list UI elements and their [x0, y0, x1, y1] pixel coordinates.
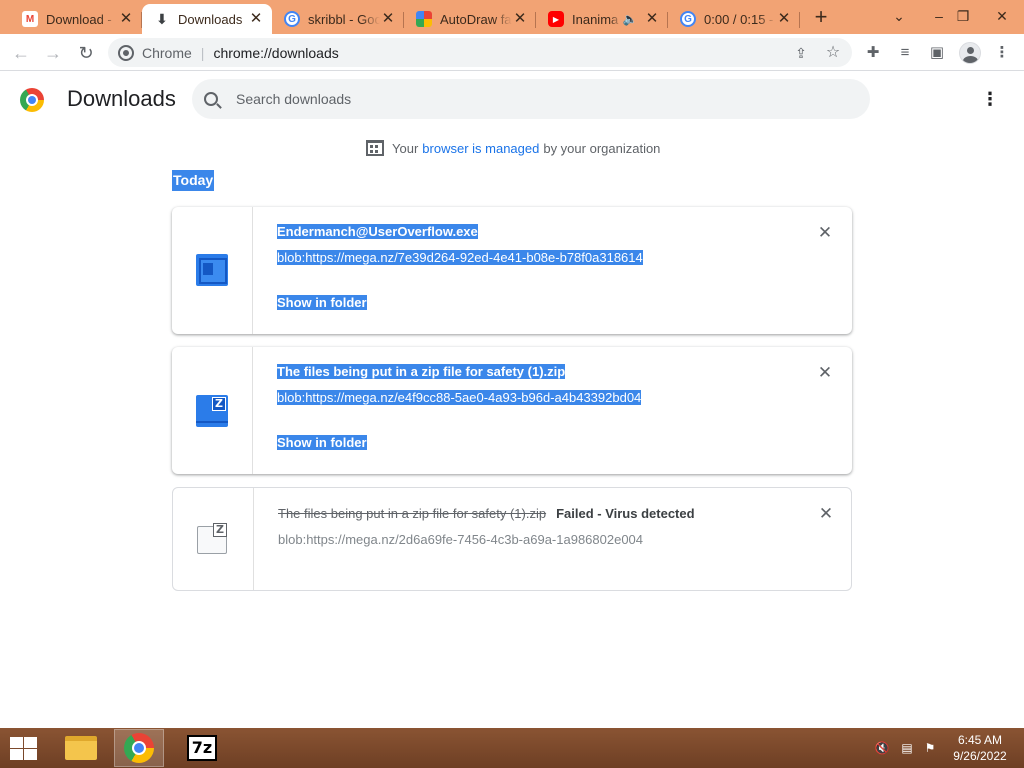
date-header: Today: [172, 170, 215, 191]
chrome-icon[interactable]: [114, 729, 164, 767]
restore-icon[interactable]: ❐: [946, 0, 980, 34]
tab-youtube[interactable]: ▶ Inanima 🔈 ✕: [536, 4, 668, 34]
file-name-row: The files being put in a zip file for sa…: [278, 506, 695, 521]
browser-toolbar: ← → ↻ Chrome | chrome://downloads ⇪ ☆ ✚ …: [0, 34, 1024, 71]
close-tab-icon[interactable]: ✕: [118, 11, 134, 27]
page-title: Downloads: [67, 86, 176, 111]
managed-prefix: Your: [392, 140, 419, 156]
show-in-folder-link[interactable]: Show in folder: [277, 435, 367, 450]
close-tab-icon[interactable]: ✕: [380, 11, 396, 27]
file-url[interactable]: blob:https://mega.nz/e4f9cc88-5ae0-4a93-…: [277, 390, 642, 405]
tab-title: AutoDraw fa: [440, 11, 512, 27]
file-name-link[interactable]: Endermanch@UserOverflow.exe: [277, 224, 478, 239]
site-label: Chrome: [142, 44, 192, 61]
close-tab-icon[interactable]: ✕: [512, 11, 528, 27]
tab-title: Downloads: [178, 11, 243, 27]
side-panel-icon[interactable]: ▣: [926, 42, 948, 64]
volume-muted-icon[interactable]: 🔇: [874, 740, 890, 756]
chrome-menu-icon[interactable]: ⋮: [991, 42, 1013, 64]
zip-file-icon: Z: [197, 523, 227, 554]
download-item: Z The files being put in a zip file for …: [172, 347, 852, 474]
tab-title: Inanima: [572, 11, 619, 27]
remove-from-list-icon[interactable]: ✕: [817, 364, 833, 381]
building-icon: [366, 140, 384, 156]
tab-skribbl[interactable]: G skribbl - Goo ✕: [272, 4, 404, 34]
extensions-puzzle-icon[interactable]: ✚: [862, 42, 884, 64]
google-icon: G: [680, 11, 696, 27]
window-close-icon[interactable]: ✕: [985, 0, 1019, 34]
show-in-folder-link[interactable]: Show in folder: [277, 295, 367, 310]
download-icon: ⬇: [156, 10, 168, 27]
profile-avatar-icon[interactable]: [959, 42, 981, 64]
chrome-site-icon: [118, 44, 134, 61]
download-status: Failed - Virus detected: [556, 506, 695, 521]
file-icon-column: Z: [172, 347, 253, 474]
tab-google-video[interactable]: G 0:00 / 0:15 - ✕: [668, 4, 800, 34]
tab-autodraw[interactable]: AutoDraw fa ✕: [404, 4, 536, 34]
close-tab-icon[interactable]: ✕: [248, 11, 264, 27]
autodraw-icon: [416, 11, 432, 27]
tab-title: 0:00 / 0:15 -: [704, 11, 774, 27]
share-icon[interactable]: ⇪: [791, 43, 811, 63]
google-icon: G: [284, 11, 300, 27]
tab-gmail[interactable]: M Download - ✕: [10, 4, 142, 34]
close-tab-icon[interactable]: ✕: [776, 11, 792, 27]
close-tab-icon[interactable]: ✕: [644, 11, 660, 27]
search-downloads[interactable]: [192, 79, 870, 119]
windows-start-icon[interactable]: [8, 736, 38, 760]
more-actions-icon[interactable]: ⋮: [980, 88, 1000, 110]
tab-strip: M Download - ✕ ⬇ Downloads ✕ G skribbl -…: [0, 0, 1024, 34]
file-explorer-icon[interactable]: [56, 729, 106, 767]
file-url[interactable]: blob:https://mega.nz/7e39d264-92ed-4e41-…: [277, 250, 643, 265]
exe-file-icon: [196, 254, 228, 286]
clock-date: 9/26/2022: [953, 749, 1007, 763]
new-tab-button[interactable]: +: [808, 6, 834, 30]
tab-title: Download -: [46, 11, 112, 27]
action-center-icon[interactable]: ⚑: [922, 740, 938, 756]
file-url: blob:https://mega.nz/2d6a69fe-7456-4c3b-…: [278, 532, 644, 547]
windows-taskbar: 7z 🔇 ▤ ⚑ 6:45 AM 9/26/2022: [0, 728, 1024, 768]
chrome-logo-icon: [20, 88, 44, 112]
clock-time: 6:45 AM: [957, 733, 1003, 747]
7zip-icon[interactable]: 7z: [177, 729, 227, 767]
system-clock[interactable]: 6:45 AM 9/26/2022: [948, 732, 1012, 764]
managed-link[interactable]: browser is managed: [422, 141, 539, 156]
speaker-icon[interactable]: 🔈: [622, 11, 638, 27]
file-icon-column: Z: [173, 488, 254, 590]
tab-search-chevron-icon[interactable]: ⌄: [882, 0, 916, 34]
media-control-icon[interactable]: ≡: [894, 42, 916, 64]
file-name: The files being put in a zip file for sa…: [278, 506, 547, 521]
tab-downloads[interactable]: ⬇ Downloads ✕: [142, 4, 272, 34]
back-button[interactable]: ←: [8, 40, 34, 66]
tab-title: skribbl - Goo: [308, 11, 380, 27]
network-icon[interactable]: ▤: [899, 740, 915, 756]
gmail-icon: M: [22, 11, 38, 27]
address-bar[interactable]: Chrome | chrome://downloads ⇪ ☆: [108, 38, 852, 67]
file-name-link[interactable]: The files being put in a zip file for sa…: [277, 364, 566, 379]
managed-notice: Your browser is managed by your organiza…: [366, 140, 660, 156]
downloads-header: Downloads ⋮: [0, 72, 1024, 128]
youtube-icon: ▶: [548, 11, 564, 27]
bookmark-star-icon[interactable]: ☆: [823, 43, 843, 63]
search-input[interactable]: [236, 91, 796, 107]
zip-file-icon: Z: [196, 395, 228, 427]
omnibox-divider: |: [200, 44, 205, 61]
managed-suffix: by your organization: [543, 140, 661, 156]
download-item-failed: Z The files being put in a zip file for …: [172, 487, 852, 591]
remove-from-list-icon[interactable]: ✕: [818, 505, 834, 522]
download-item: Endermanch@UserOverflow.exe blob:https:/…: [172, 207, 852, 334]
file-icon-column: [172, 207, 253, 334]
url-text[interactable]: chrome://downloads: [213, 45, 338, 61]
remove-from-list-icon[interactable]: ✕: [817, 224, 833, 241]
reload-button[interactable]: ↻: [73, 40, 99, 66]
forward-button[interactable]: →: [40, 40, 66, 66]
search-icon: [204, 92, 218, 106]
